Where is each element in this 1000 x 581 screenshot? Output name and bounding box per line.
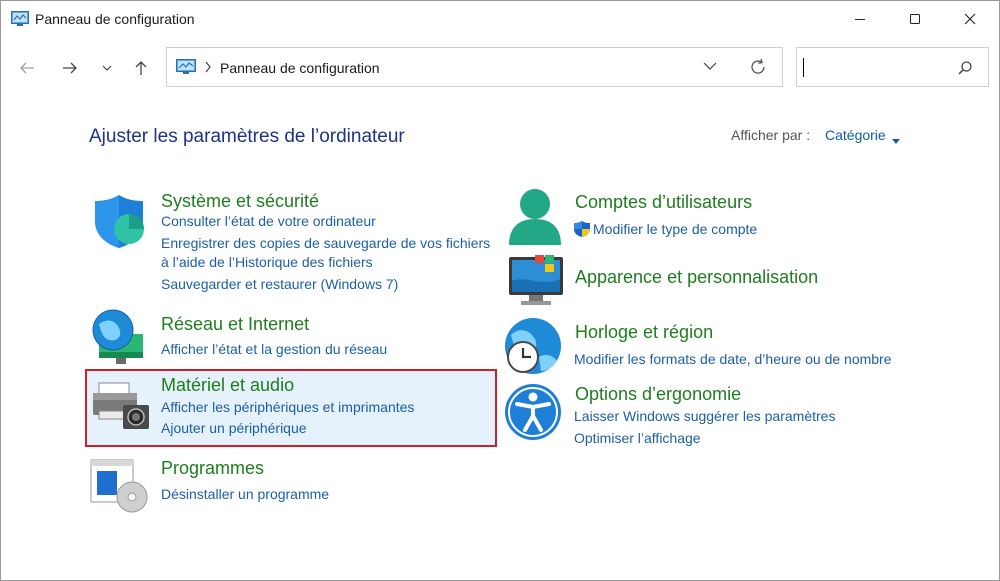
category-link[interactable]: Enregistrer des copies de sauvegarde de … xyxy=(161,235,490,251)
category-title[interactable]: Programmes xyxy=(161,458,264,479)
arrow-left-icon xyxy=(20,62,34,74)
category-hardware-sound: Matériel et audio Afficher les périphéri… xyxy=(89,375,509,436)
category-link[interactable]: Afficher l’état et la gestion du réseau xyxy=(161,341,387,357)
dropdown-arrow-icon[interactable] xyxy=(892,131,900,149)
clock-globe-icon[interactable] xyxy=(503,317,563,382)
chevron-down-icon xyxy=(703,62,717,70)
view-by-label: Afficher par : xyxy=(731,127,811,143)
window-title: Panneau de configuration xyxy=(35,11,195,27)
minimize-button[interactable] xyxy=(837,1,883,37)
monitor-icon[interactable] xyxy=(507,253,567,312)
arrow-right-icon xyxy=(63,62,77,74)
text-caret xyxy=(803,58,804,77)
category-title[interactable]: Horloge et région xyxy=(575,322,713,343)
minimize-icon xyxy=(855,19,865,20)
category-network-internet: Réseau et Internet Afficher l’état et la… xyxy=(89,309,509,364)
breadcrumb-item[interactable]: Panneau de configuration xyxy=(220,60,380,76)
navigation-bar: Panneau de configuration xyxy=(1,47,999,89)
category-link[interactable]: Modifier le type de compte xyxy=(593,221,757,237)
search-icon[interactable] xyxy=(957,60,973,81)
category-title[interactable]: Matériel et audio xyxy=(161,375,294,396)
category-link[interactable]: Afficher les périphériques et imprimante… xyxy=(161,399,414,415)
maximize-icon xyxy=(910,14,920,24)
category-programs: Programmes Désinstaller un programme xyxy=(89,458,509,513)
category-link[interactable]: Ajouter un périphérique xyxy=(161,420,307,436)
back-button[interactable] xyxy=(14,55,40,81)
category-title[interactable]: Options d’ergonomie xyxy=(575,384,741,405)
category-link[interactable]: Laisser Windows suggérer les paramètres xyxy=(574,408,835,424)
refresh-button[interactable] xyxy=(749,58,767,81)
search-input[interactable] xyxy=(807,56,951,80)
accessibility-icon[interactable] xyxy=(503,382,563,447)
recent-locations-button[interactable] xyxy=(94,55,120,81)
category-link[interactable]: Optimiser l’affichage xyxy=(574,430,701,446)
category-link[interactable]: Modifier les formats de date, d’heure ou… xyxy=(574,351,892,367)
category-link[interactable]: Sauvegarder et restaurer (Windows 7) xyxy=(161,276,398,292)
shield-icon[interactable] xyxy=(89,191,149,256)
user-icon[interactable] xyxy=(505,187,565,252)
category-system-security: Système et sécurité Consulter l’état de … xyxy=(89,191,509,301)
control-panel-icon xyxy=(11,11,29,32)
printer-icon[interactable] xyxy=(91,381,151,436)
category-user-accounts: Comptes d’utilisateurs Modifier le type … xyxy=(503,187,923,247)
category-clock-region: Horloge et région Modifier les formats d… xyxy=(503,317,923,377)
search-box[interactable] xyxy=(796,47,989,87)
up-button[interactable] xyxy=(128,55,154,81)
uac-shield-icon xyxy=(573,220,591,238)
category-title[interactable]: Réseau et Internet xyxy=(161,314,309,335)
address-bar[interactable]: Panneau de configuration xyxy=(166,47,783,87)
category-ease-of-access: Options d’ergonomie Laisser Windows sugg… xyxy=(503,382,923,447)
forward-button[interactable] xyxy=(57,55,83,81)
programs-icon[interactable] xyxy=(89,458,149,519)
control-panel-icon xyxy=(176,59,196,80)
category-title[interactable]: Système et sécurité xyxy=(161,191,319,212)
category-link[interactable]: à l’aide de l’Historique des fichiers xyxy=(161,254,373,270)
close-icon xyxy=(964,13,976,25)
chevron-down-icon xyxy=(102,65,112,71)
address-history-button[interactable] xyxy=(703,59,717,78)
category-link[interactable]: Consulter l’état de votre ordinateur xyxy=(161,213,376,229)
refresh-icon xyxy=(751,58,765,74)
control-panel-window: Panneau de configuration Panneau de conf… xyxy=(0,0,1000,581)
title-bar: Panneau de configuration xyxy=(1,1,999,37)
maximize-button[interactable] xyxy=(892,1,938,37)
arrow-up-icon xyxy=(135,61,147,75)
close-button[interactable] xyxy=(947,1,993,37)
breadcrumb-chevron-icon[interactable] xyxy=(204,60,212,78)
page-title: Ajuster les paramètres de l’ordinateur xyxy=(89,126,405,147)
category-title[interactable]: Comptes d’utilisateurs xyxy=(575,192,752,213)
network-globe-icon[interactable] xyxy=(89,308,151,371)
category-appearance: Apparence et personnalisation xyxy=(503,253,923,308)
category-link[interactable]: Désinstaller un programme xyxy=(161,486,329,502)
category-title[interactable]: Apparence et personnalisation xyxy=(575,267,818,288)
view-by-dropdown[interactable]: Catégorie xyxy=(825,127,886,143)
